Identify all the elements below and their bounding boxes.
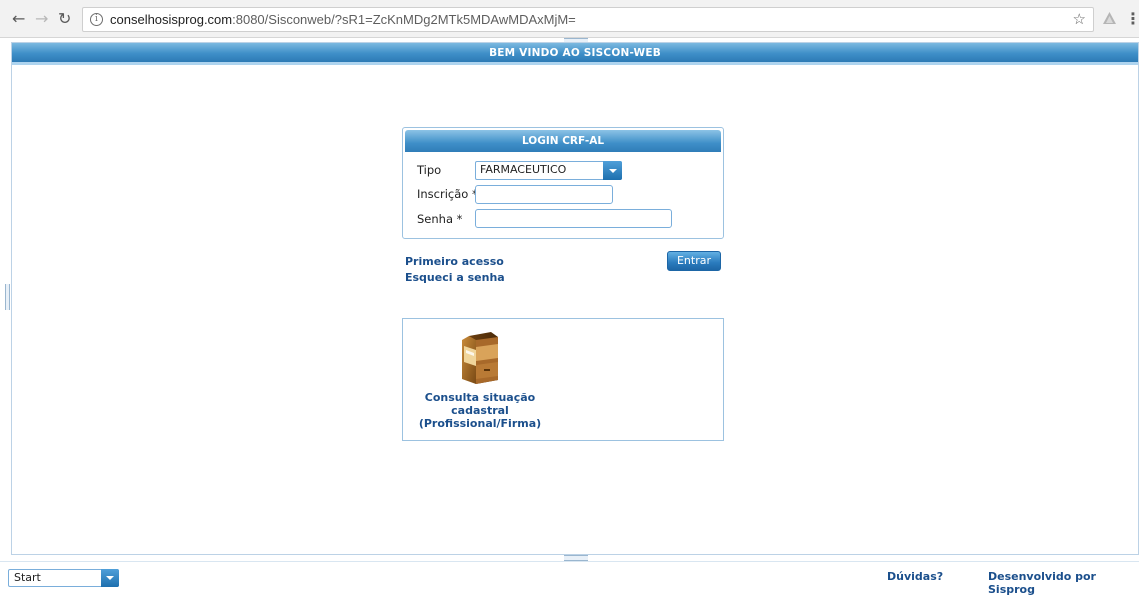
address-bar[interactable]: i conselhosisprog.com:8080/Sisconweb/?sR…: [82, 7, 1094, 32]
desenvolvido-por-link[interactable]: Desenvolvido por Sisprog: [988, 570, 1139, 596]
primeiro-acesso-link[interactable]: Primeiro acesso: [405, 255, 504, 268]
inscricao-label: Inscrição *: [417, 187, 478, 201]
consulta-panel: Consulta situação cadastral (Profissiona…: [402, 318, 724, 441]
reload-icon[interactable]: ↻: [58, 10, 71, 28]
consulta-label-line1: Consulta situação: [424, 391, 536, 404]
footer-bar: Start Dúvidas? Desenvolvido por Sisprog: [0, 561, 1139, 596]
info-icon[interactable]: i: [90, 13, 103, 26]
file-cabinet-icon[interactable]: [461, 332, 499, 384]
esqueci-senha-link[interactable]: Esqueci a senha: [405, 271, 505, 284]
start-select[interactable]: Start: [8, 569, 119, 587]
star-icon[interactable]: ☆: [1073, 10, 1086, 28]
extension-icon[interactable]: [1102, 11, 1117, 26]
app-frame: BEM VINDO AO SISCON-WEB: [11, 42, 1139, 555]
app-header: BEM VINDO AO SISCON-WEB: [12, 43, 1138, 65]
duvidas-link[interactable]: Dúvidas?: [887, 570, 943, 583]
consulta-label-line3: (Profissional/Firma): [418, 417, 542, 430]
tipo-select-value: FARMACEUTICO: [480, 163, 567, 176]
browser-toolbar: ← → ↻ i conselhosisprog.com:8080/Sisconw…: [0, 0, 1139, 38]
menu-icon[interactable]: ⋮: [1125, 9, 1139, 28]
entrar-button[interactable]: Entrar: [667, 251, 721, 271]
consulta-label-line2: cadastral: [451, 404, 509, 417]
senha-input[interactable]: [475, 209, 672, 228]
inscricao-input[interactable]: [475, 185, 613, 204]
page-title: BEM VINDO AO SISCON-WEB: [489, 47, 661, 59]
login-title: LOGIN CRF-AL: [405, 130, 721, 152]
url-host: conselhosisprog.com: [110, 12, 233, 27]
back-arrow-icon[interactable]: ←: [12, 10, 25, 28]
chevron-down-icon[interactable]: [603, 161, 622, 180]
url-text[interactable]: conselhosisprog.com:8080/Sisconweb/?sR1=…: [110, 12, 576, 27]
senha-label: Senha *: [417, 212, 463, 226]
tipo-label: Tipo: [417, 163, 442, 177]
collapse-left-handle[interactable]: [5, 284, 10, 310]
start-select-value: Start: [14, 571, 41, 584]
url-path: :8080/Sisconweb/?sR1=ZcKnMDg2MTk5MDAwMDA…: [232, 12, 576, 27]
chevron-down-icon[interactable]: [101, 569, 119, 587]
login-panel: LOGIN CRF-AL Tipo FARMACEUTICO Inscrição…: [402, 127, 724, 239]
forward-arrow-icon[interactable]: →: [35, 10, 48, 28]
consulta-situacao-link[interactable]: Consulta situação cadastral (Profissiona…: [415, 391, 545, 430]
tipo-select[interactable]: FARMACEUTICO: [475, 161, 622, 180]
